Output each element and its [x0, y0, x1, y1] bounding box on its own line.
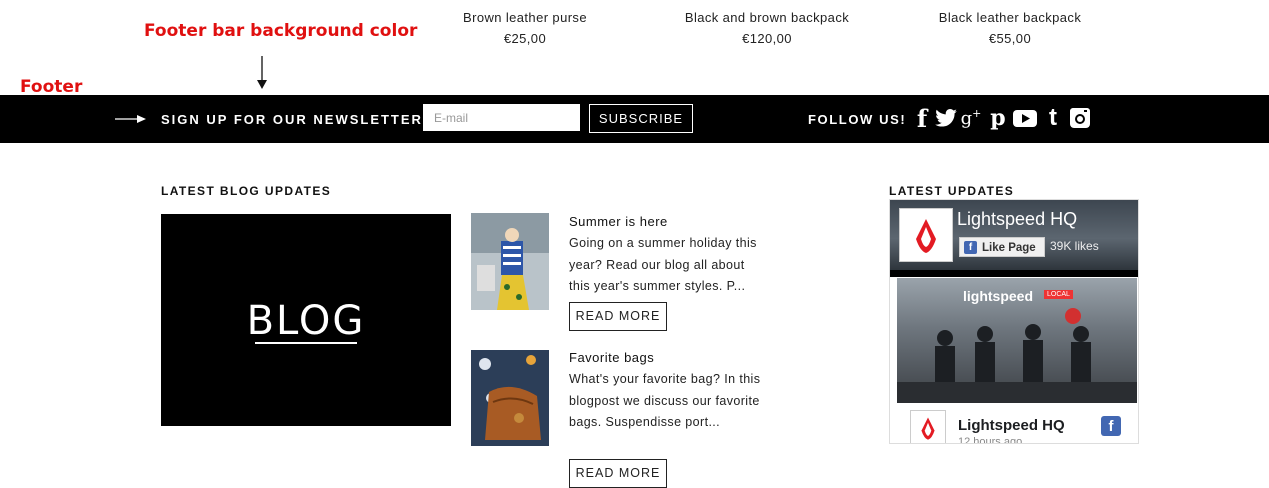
- tumblr-icon[interactable]: t: [1041, 104, 1065, 131]
- annotation-arrow-down-icon: [257, 56, 267, 89]
- annotation-bar-background: Footer bar background color: [144, 21, 418, 41]
- product-item-brown-leather-purse[interactable]: Brown leather purse €25,00: [415, 10, 635, 46]
- product-price: €120,00: [742, 31, 792, 46]
- product-price: €25,00: [503, 31, 547, 46]
- read-more-button[interactable]: READ MORE: [569, 302, 667, 331]
- facebook-page-widget[interactable]: Lightspeed HQ f Like Page 39K likes ligh…: [889, 199, 1139, 444]
- blog-hero-underline: [255, 342, 357, 344]
- blog-hero-image[interactable]: BLOG: [161, 214, 451, 426]
- email-input[interactable]: E-mail: [423, 104, 580, 131]
- instagram-icon[interactable]: [1068, 106, 1092, 130]
- post-author-logo[interactable]: [910, 410, 946, 443]
- photo-people-graphic: [897, 308, 1137, 403]
- product-name[interactable]: Brown leather purse: [415, 10, 635, 25]
- like-label: Like Page: [982, 242, 1036, 254]
- youtube-icon[interactable]: [1011, 106, 1039, 130]
- post-excerpt: Going on a summer holiday this year? Rea…: [569, 236, 757, 293]
- post-thumbnail[interactable]: [471, 350, 549, 446]
- annotation-arrow-right-icon: [115, 115, 146, 123]
- product-name[interactable]: Black and brown backpack: [657, 10, 877, 25]
- post-title[interactable]: Summer is here: [569, 214, 668, 229]
- updates-section-title: LATEST UPDATES: [889, 184, 1015, 198]
- photo-logo-text: lightspeed: [963, 288, 1034, 304]
- post-title[interactable]: Favorite bags: [569, 350, 654, 365]
- facebook-page-name[interactable]: Lightspeed HQ: [957, 209, 1077, 230]
- post-excerpt: What's your favorite bag? In this blogpo…: [569, 372, 761, 429]
- post-author-name[interactable]: Lightspeed HQ: [958, 417, 1065, 434]
- google-plus-icon[interactable]: g+: [958, 106, 984, 130]
- facebook-like-button[interactable]: f Like Page: [959, 237, 1045, 257]
- product-item-black-leather-backpack[interactable]: Black leather backpack €55,00: [900, 10, 1120, 46]
- footer-bar: SIGN UP FOR OUR NEWSLETTER E-mail SUBSCR…: [0, 95, 1269, 143]
- facebook-icon[interactable]: f: [1101, 416, 1121, 436]
- newsletter-label: SIGN UP FOR OUR NEWSLETTER: [161, 112, 423, 127]
- lightspeed-logo[interactable]: [899, 208, 953, 262]
- product-name[interactable]: Black leather backpack: [900, 10, 1120, 25]
- facebook-likes-count: 39K likes: [1050, 239, 1099, 253]
- facebook-icon[interactable]: f: [910, 104, 934, 133]
- blog-hero-text: BLOG: [246, 298, 366, 344]
- post-thumbnail[interactable]: [471, 213, 549, 310]
- facebook-post-photo[interactable]: lightspeed LOCAL: [897, 278, 1137, 403]
- pinterest-icon[interactable]: p: [986, 105, 1010, 131]
- post-time: 12 hours ago: [958, 436, 1023, 444]
- twitter-icon[interactable]: [934, 106, 958, 130]
- follow-us-label: FOLLOW US!: [808, 112, 907, 127]
- blog-section-title: LATEST BLOG UPDATES: [161, 184, 332, 198]
- read-more-button[interactable]: READ MORE: [569, 459, 667, 488]
- cover-divider: [890, 270, 1138, 277]
- product-price: €55,00: [988, 31, 1032, 46]
- photo-badge: LOCAL: [1044, 290, 1073, 299]
- subscribe-button[interactable]: SUBSCRIBE: [589, 104, 693, 133]
- product-item-black-and-brown-backpack[interactable]: Black and brown backpack €120,00: [657, 10, 877, 46]
- facebook-like-icon: f: [964, 241, 977, 254]
